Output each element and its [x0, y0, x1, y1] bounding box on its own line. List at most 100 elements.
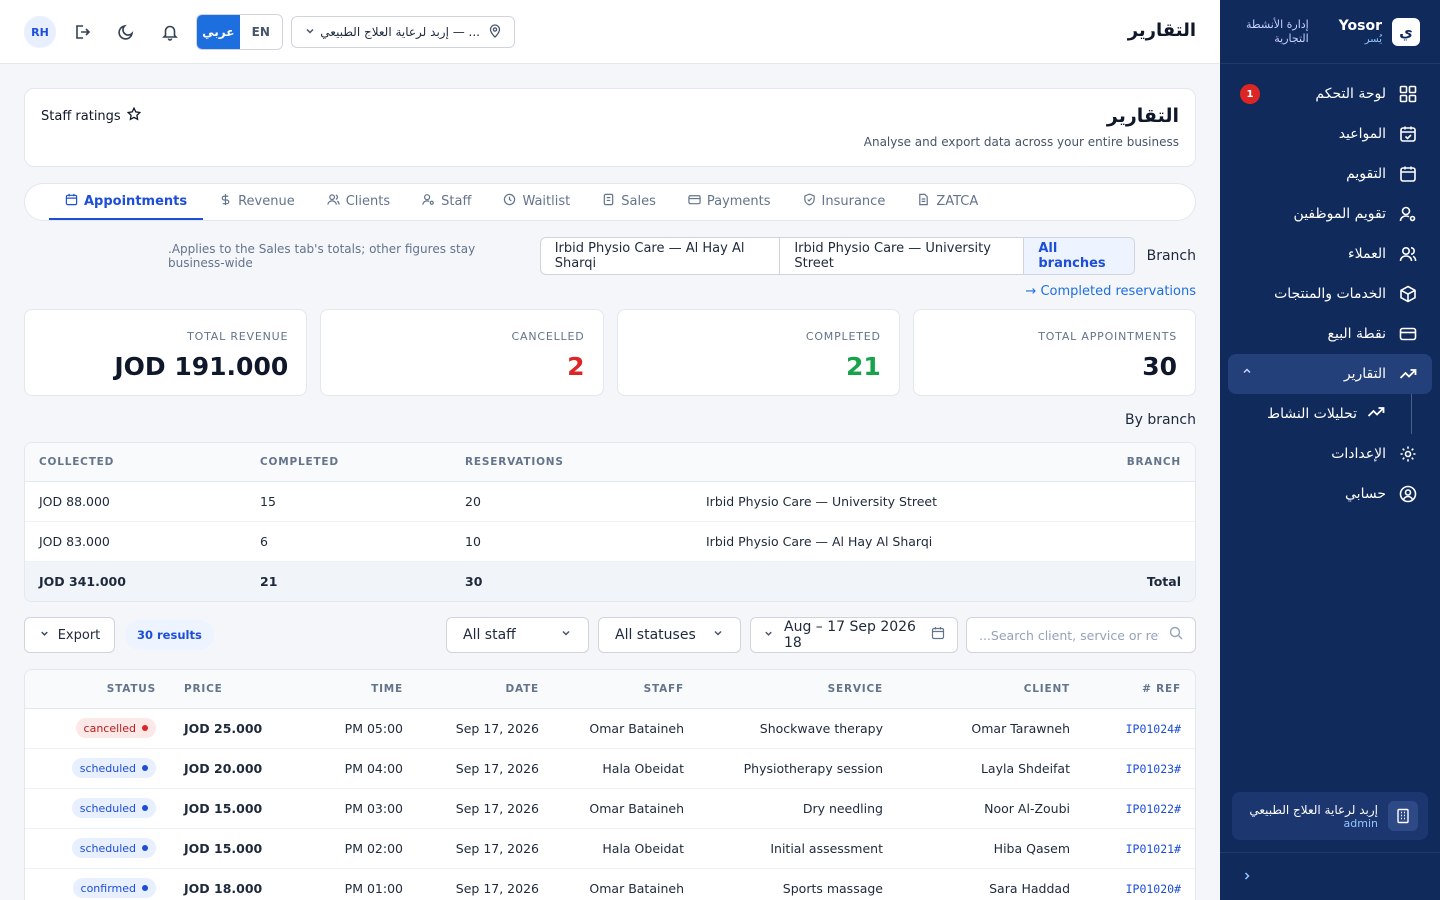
- table-row[interactable]: confirmed JOD 18.000 PM 01:00 Sep 17, 20…: [25, 868, 1195, 900]
- tab-clients[interactable]: Clients: [311, 184, 406, 220]
- ref-link[interactable]: IP01021#: [1126, 842, 1181, 856]
- topbar: RH عربي EN إربد لرعاية العلاج الطبيعي — …: [0, 0, 1220, 64]
- sidebar-item-clients[interactable]: العملاء: [1228, 234, 1432, 274]
- stat-total-appointments: TOTAL APPOINTMENTS 30: [912, 309, 1196, 396]
- box-icon: [1398, 284, 1418, 304]
- brand: إدارة الأنشطة التجارية Yosor يُسر ي: [1220, 0, 1440, 64]
- sidebar-item-appointments[interactable]: المواعيد: [1228, 114, 1432, 154]
- users-icon: [1398, 244, 1418, 264]
- tab-zatca[interactable]: ZATCA: [901, 184, 994, 220]
- users-icon: [327, 193, 340, 210]
- sidebar-item-my-account[interactable]: حسابي: [1228, 474, 1432, 514]
- chevron-down-icon: [39, 628, 50, 643]
- tab-staff[interactable]: Staff: [406, 184, 487, 220]
- branch-segmented-control: Irbid Physio Care — Al Hay Al Sharqi Irb…: [539, 237, 1135, 275]
- tab-sales[interactable]: Sales: [586, 184, 672, 220]
- status-badge: scheduled: [71, 798, 156, 818]
- lang-en-button[interactable]: EN: [240, 15, 283, 49]
- tab-insurance[interactable]: Insurance: [787, 184, 902, 220]
- tab-payments[interactable]: Payments: [672, 184, 787, 220]
- appointments-filters: Export 30 results All staff All statuses…: [24, 617, 1196, 653]
- gear-icon: [1398, 444, 1418, 464]
- status-badge: scheduled: [71, 838, 156, 858]
- branch-selector[interactable]: إربد لرعاية العلاج الطبيعي — ...: [291, 16, 515, 48]
- ref-link[interactable]: IP01023#: [1126, 762, 1181, 776]
- branch-filter: .Applies to the Sales tab's totals; othe…: [24, 237, 1196, 275]
- language-toggle: عربي EN: [196, 14, 283, 50]
- dollar-icon: [219, 193, 232, 210]
- trending-up-icon: [1398, 364, 1418, 384]
- status-filter-dropdown[interactable]: All statuses: [598, 617, 741, 653]
- user-circle-icon: [1398, 484, 1418, 504]
- table-row[interactable]: scheduled JOD 15.000 PM 02:00 Sep 17, 20…: [25, 828, 1195, 869]
- chevron-down-icon: [763, 627, 774, 643]
- table-row[interactable]: scheduled JOD 15.000 PM 03:00 Sep 17, 20…: [25, 788, 1195, 829]
- calendar-icon: [1398, 164, 1418, 184]
- table-row[interactable]: JOD 88.000 15 20 Irbid Physio Care — Uni…: [25, 481, 1195, 522]
- current-branch-card[interactable]: إربد لرعاية العلاج الطبيعي admin: [1232, 792, 1428, 840]
- building-icon: [1388, 801, 1418, 831]
- sidebar-item-staff-calendar[interactable]: تقويم الموظفين: [1228, 194, 1432, 234]
- stat-cancelled: CANCELLED 2: [320, 309, 604, 396]
- ref-link[interactable]: IP01022#: [1126, 802, 1181, 816]
- table-row[interactable]: cancelled JOD 25.000 PM 05:00 Sep 17, 20…: [25, 708, 1195, 749]
- status-badge: confirmed: [72, 878, 156, 898]
- sidebar-collapse-button[interactable]: [1220, 852, 1440, 900]
- avatar[interactable]: RH: [24, 16, 56, 48]
- table-row[interactable]: scheduled JOD 20.000 PM 04:00 Sep 17, 20…: [25, 748, 1195, 789]
- bell-icon[interactable]: [158, 20, 182, 44]
- sidebar: إدارة الأنشطة التجارية Yosor يُسر ي 1 لو…: [1220, 0, 1440, 900]
- logout-icon[interactable]: [70, 20, 94, 44]
- chevron-up-icon[interactable]: [1242, 366, 1252, 379]
- sidebar-item-reports[interactable]: التقارير: [1228, 354, 1432, 394]
- completed-reservations-link[interactable]: → Completed reservations: [1025, 284, 1196, 299]
- user-gear-icon: [422, 193, 435, 210]
- tab-appointments[interactable]: Appointments: [49, 184, 204, 220]
- tab-revenue[interactable]: Revenue: [203, 184, 311, 220]
- sidebar-item-services-products[interactable]: الخدمات والمنتجات: [1228, 274, 1432, 314]
- reports-subtitle: Analyse and export data across your enti…: [863, 135, 1179, 149]
- staff-filter-dropdown[interactable]: All staff: [446, 617, 589, 653]
- reports-header-card: التقارير Analyse and export data across …: [24, 88, 1196, 167]
- by-branch-title: By branch: [1124, 412, 1196, 428]
- appointments-table: STATUS PRICE TIME DATE STAFF SERVICE CLI…: [24, 669, 1196, 900]
- status-badge: scheduled: [71, 758, 156, 778]
- brand-name: Yosor يُسر: [1338, 18, 1382, 45]
- branch-option-university[interactable]: Irbid Physio Care — University Street: [780, 238, 1025, 274]
- search-icon: [1169, 626, 1183, 644]
- search-input[interactable]: [979, 627, 1159, 643]
- moon-icon[interactable]: [114, 20, 138, 44]
- main-content: التقارير Analyse and export data across …: [24, 88, 1196, 900]
- document-icon: [917, 193, 930, 210]
- clock-icon: [503, 193, 516, 210]
- sidebar-item-pos[interactable]: نقطة البيع: [1228, 314, 1432, 354]
- calendar-icon: [65, 193, 78, 210]
- sidebar-item-activity-analytics[interactable]: تحليلات النشاط: [1228, 394, 1412, 434]
- branch-option-al-hay[interactable]: Irbid Physio Care — Al Hay Al Sharqi: [541, 238, 781, 274]
- brand-logo[interactable]: ي: [1392, 17, 1420, 46]
- lang-ar-button[interactable]: عربي: [197, 15, 240, 49]
- date-range-picker[interactable]: Aug – 17 Sep 2026 18: [750, 617, 958, 653]
- ref-link[interactable]: IP01024#: [1126, 722, 1181, 736]
- sidebar-item-settings[interactable]: الإعدادات: [1228, 434, 1432, 474]
- report-tabs: Appointments Revenue Clients Staff Waitl…: [24, 183, 1196, 221]
- tab-waitlist[interactable]: Waitlist: [487, 184, 586, 220]
- table-row[interactable]: JOD 83.000 6 10 Irbid Physio Care — Al H…: [25, 521, 1195, 562]
- user-gear-icon: [1398, 204, 1418, 224]
- branch-option-all[interactable]: All branches: [1024, 238, 1134, 274]
- notification-badge: 1: [1240, 84, 1260, 104]
- chevron-down-icon: [712, 627, 724, 643]
- star-icon: [126, 106, 141, 125]
- ref-link[interactable]: IP01020#: [1126, 882, 1181, 896]
- export-button[interactable]: Export: [24, 617, 115, 653]
- credit-card-icon: [1398, 324, 1418, 344]
- sidebar-item-dashboard[interactable]: 1 لوحة التحكم: [1228, 74, 1432, 114]
- calendar-check-icon: [1398, 124, 1418, 144]
- results-count-badge: 30 results: [125, 620, 214, 650]
- by-branch-table: COLLECTED COMPLETED RESERVATIONS BRANCH …: [24, 442, 1196, 602]
- receipt-icon: [602, 193, 615, 210]
- stats-row: TOTAL REVENUE JOD 191.000 CANCELLED 2 CO…: [24, 309, 1196, 396]
- stat-completed: COMPLETED 21: [616, 309, 900, 396]
- sidebar-item-calendar[interactable]: التقويم: [1228, 154, 1432, 194]
- staff-ratings-button[interactable]: Staff ratings: [41, 106, 141, 125]
